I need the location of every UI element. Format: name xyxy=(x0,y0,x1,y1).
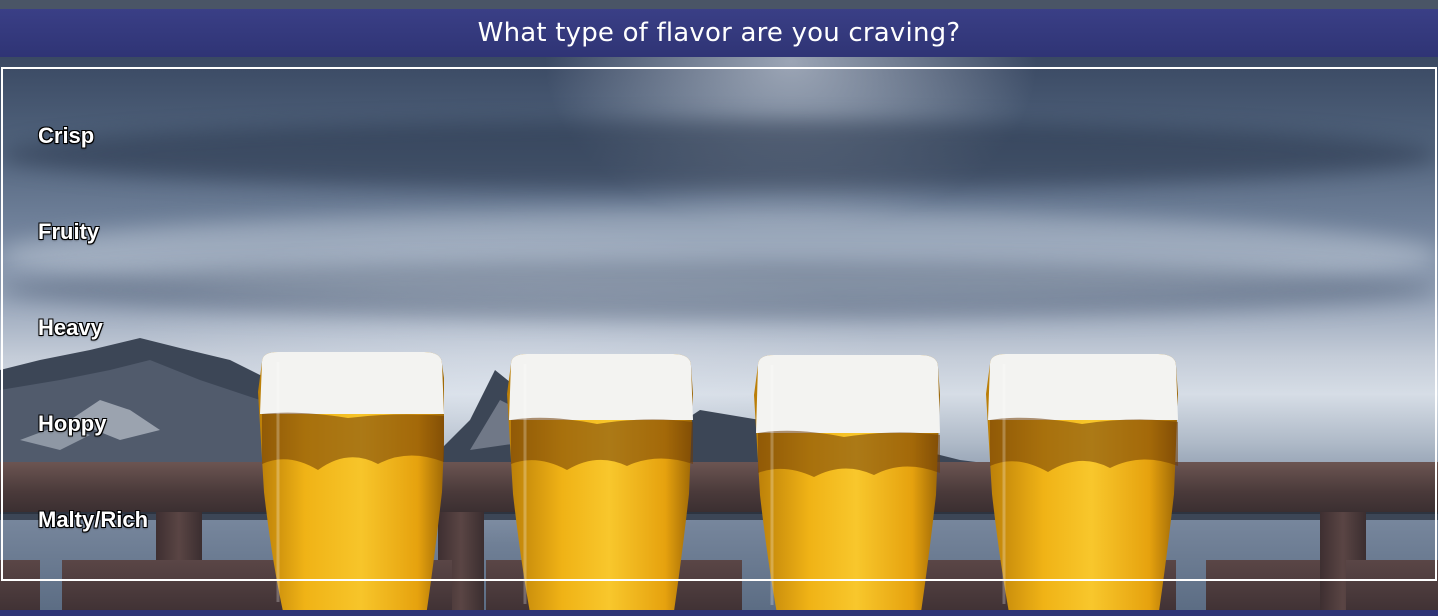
option-hoppy[interactable]: Hoppy xyxy=(38,411,106,437)
question-header: What type of flavor are you craving? xyxy=(0,9,1438,57)
option-heavy[interactable]: Heavy xyxy=(38,315,103,341)
option-malty-rich[interactable]: Malty/Rich xyxy=(38,507,148,533)
option-crisp[interactable]: Crisp xyxy=(38,123,94,149)
bottom-bar xyxy=(0,610,1438,616)
quiz-page: What type of flavor are you craving? Cri… xyxy=(0,0,1438,616)
options-panel: Crisp Fruity Heavy Hoppy Malty/Rich xyxy=(1,67,1437,581)
question-title: What type of flavor are you craving? xyxy=(477,18,961,48)
option-fruity[interactable]: Fruity xyxy=(38,219,99,245)
top-strip xyxy=(0,0,1438,9)
